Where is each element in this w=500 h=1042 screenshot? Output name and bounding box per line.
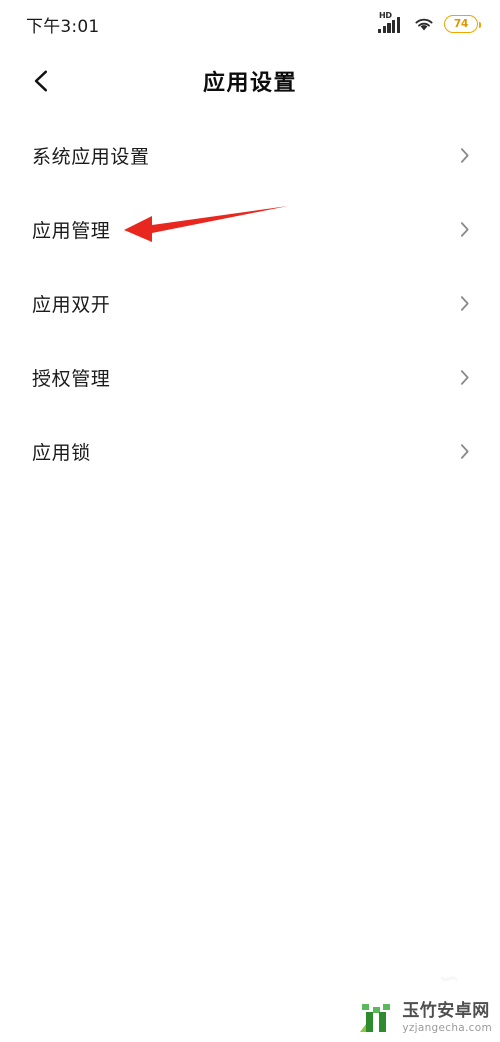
chevron-right-icon: [460, 295, 469, 311]
watermark-site-name: 玉竹安卓网: [402, 1000, 490, 1021]
page-title: 应用设置: [202, 71, 297, 96]
list-item-label: 应用管理: [32, 219, 111, 242]
bamboo-logo-icon: [360, 1004, 391, 1032]
chevron-right-icon: [460, 443, 469, 459]
status-icons: HD 74: [378, 12, 482, 35]
signal-bars-icon: HD: [378, 12, 404, 35]
chevron-right-icon: [460, 147, 469, 163]
list-item-label: 应用锁: [32, 441, 91, 464]
settings-list: 系统应用设置 应用管理 应用双开 授权管理 应用锁: [0, 118, 500, 488]
list-item-app-dual-open[interactable]: 应用双开: [0, 266, 500, 340]
chevron-right-icon: [460, 221, 469, 237]
list-item-label: 授权管理: [32, 367, 111, 390]
list-item-app-lock[interactable]: 应用锁: [0, 414, 500, 488]
chevron-right-icon: [460, 369, 469, 385]
site-watermark: 玉竹安卓网 yzjangecha.com: [356, 998, 492, 1038]
list-item-label: 系统应用设置: [32, 145, 150, 168]
watermark-url: yzjangecha.com: [402, 1021, 492, 1034]
watermark-text: 玉竹安卓网 yzjangecha.com: [402, 1000, 492, 1034]
battery-level: 74: [453, 17, 469, 30]
wifi-icon: [415, 18, 433, 31]
status-time: 下午3:01: [26, 16, 100, 37]
back-chevron-icon: [34, 70, 48, 92]
back-button[interactable]: [14, 53, 70, 109]
app-bar: 应用设置: [0, 48, 500, 114]
list-item-app-management[interactable]: 应用管理: [0, 192, 500, 266]
battery-icon: 74: [444, 15, 482, 33]
list-item-system-app-settings[interactable]: 系统应用设置: [0, 118, 500, 192]
signal-bars: [378, 17, 400, 33]
list-item-authorization-management[interactable]: 授权管理: [0, 340, 500, 414]
ghost-watermark: ∽: [438, 964, 460, 994]
list-item-label: 应用双开: [32, 293, 111, 316]
phone-screen: 下午3:01 HD 74 应用设置 系统应用设置 应用管理 应用双开 授权管理 …: [0, 0, 500, 1042]
status-bar: 下午3:01 HD 74: [0, 0, 500, 48]
